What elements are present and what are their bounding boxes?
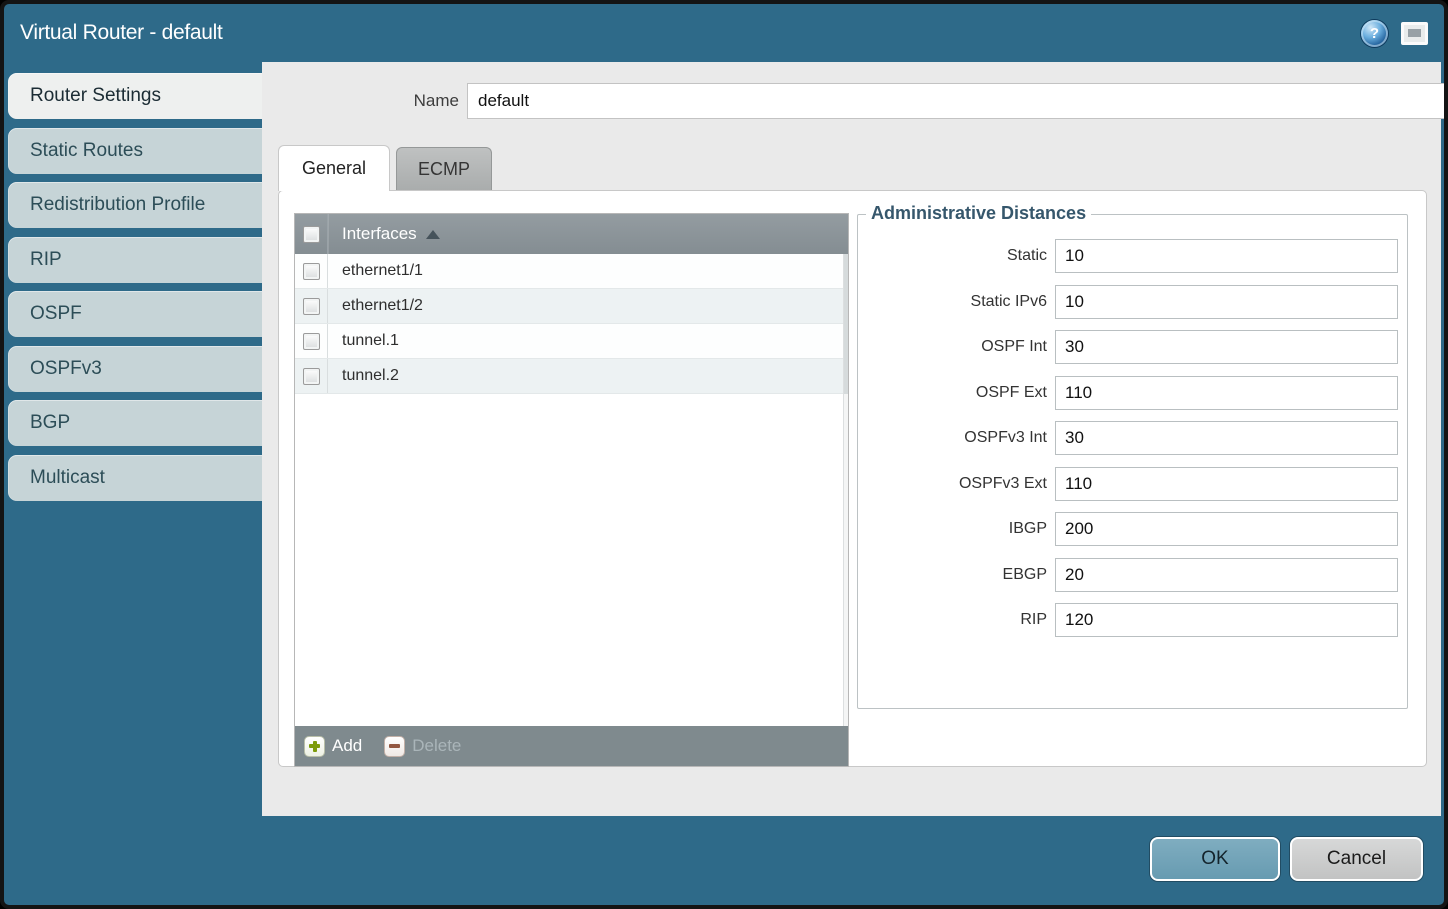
interfaces-table-body: ethernet1/1 ethernet1/2 tunnel.1 — [295, 254, 848, 726]
tab-label: General — [302, 158, 366, 179]
cancel-button-label: Cancel — [1327, 848, 1386, 870]
sidebar-item-label: OSPFv3 — [30, 358, 102, 380]
admin-input-ospf-ext[interactable] — [1055, 376, 1398, 410]
form-row: RIP — [858, 603, 1407, 637]
admin-distance-label: RIP — [858, 611, 1047, 629]
admin-input-ospf-int[interactable] — [1055, 330, 1398, 364]
sidebar: Router Settings Static Routes Redistribu… — [8, 73, 263, 509]
admin-input-ospfv3-int[interactable] — [1055, 421, 1398, 455]
sidebar-item-label: Redistribution Profile — [30, 194, 205, 216]
sidebar-item-static-routes[interactable]: Static Routes — [8, 128, 263, 174]
row-checkbox[interactable] — [303, 368, 320, 385]
tab-ecmp[interactable]: ECMP — [396, 147, 492, 191]
sidebar-item-label: OSPF — [30, 303, 82, 325]
interface-name: tunnel.2 — [342, 367, 399, 385]
sidebar-item-ospf[interactable]: OSPF — [8, 291, 263, 337]
row-checkbox-cell — [295, 254, 328, 288]
table-row[interactable]: ethernet1/1 — [295, 254, 848, 289]
tab-general[interactable]: General — [278, 145, 390, 191]
row-checkbox-cell — [295, 289, 328, 323]
form-row: IBGP — [858, 512, 1407, 546]
dialog-title: Virtual Router - default — [20, 21, 1361, 45]
admin-input-ebgp[interactable] — [1055, 558, 1398, 592]
row-checkbox-cell — [295, 359, 328, 393]
sidebar-item-redistribution-profile[interactable]: Redistribution Profile — [8, 182, 263, 228]
row-checkbox[interactable] — [303, 263, 320, 280]
interfaces-table-footer: Add Delete — [295, 726, 848, 766]
add-button[interactable]: Add — [304, 736, 362, 757]
interfaces-table: Interfaces ethernet1/1 ethernet — [294, 213, 849, 767]
table-row[interactable]: tunnel.2 — [295, 359, 848, 394]
table-row[interactable]: tunnel.1 — [295, 324, 848, 359]
interfaces-table-header: Interfaces — [295, 214, 848, 254]
admin-input-static-ipv6[interactable] — [1055, 285, 1398, 319]
minus-icon — [384, 736, 405, 757]
interface-name: ethernet1/1 — [342, 262, 423, 280]
sidebar-item-label: Multicast — [30, 467, 105, 489]
admin-distance-label: EBGP — [858, 566, 1047, 584]
virtual-router-dialog: Virtual Router - default ? Router Settin… — [0, 0, 1448, 909]
window-icon-glyph — [1408, 29, 1421, 37]
sidebar-item-label: Router Settings — [30, 85, 161, 107]
sidebar-item-bgp[interactable]: BGP — [8, 400, 263, 446]
sidebar-item-label: Static Routes — [30, 140, 143, 162]
admin-distance-label: Static — [858, 247, 1047, 265]
name-label: Name — [262, 91, 459, 111]
form-row: EBGP — [858, 558, 1407, 592]
row-checkbox-cell — [295, 324, 328, 358]
table-row[interactable]: ethernet1/2 — [295, 289, 848, 324]
name-input[interactable] — [467, 83, 1448, 119]
window-icon[interactable] — [1401, 22, 1428, 45]
form-row: Static — [858, 239, 1407, 273]
dialog-titlebar: Virtual Router - default ? — [4, 4, 1444, 62]
general-tab-content: Interfaces ethernet1/1 ethernet — [278, 190, 1427, 767]
admin-input-static[interactable] — [1055, 239, 1398, 273]
administrative-distances-form: Static Static IPv6 OSPF Int OSPF Ext — [858, 215, 1407, 637]
interfaces-column-header[interactable]: Interfaces — [342, 224, 417, 244]
sidebar-item-router-settings[interactable]: Router Settings — [8, 73, 263, 119]
tab-label: ECMP — [418, 159, 470, 180]
administrative-distances-fieldset: Administrative Distances Static Static I… — [857, 214, 1408, 709]
form-row: OSPF Ext — [858, 376, 1407, 410]
table-scrollbar-thumb[interactable] — [844, 254, 848, 394]
add-button-label: Add — [332, 736, 362, 756]
row-checkbox[interactable] — [303, 298, 320, 315]
sidebar-item-multicast[interactable]: Multicast — [8, 455, 263, 501]
table-scrollbar[interactable] — [843, 254, 848, 726]
interface-name: tunnel.1 — [342, 332, 399, 350]
router-settings-panel: Name ECMP General Interfaces — [262, 62, 1441, 816]
sidebar-item-label: BGP — [30, 412, 70, 434]
admin-input-ospfv3-ext[interactable] — [1055, 467, 1398, 501]
admin-distance-label: OSPF Ext — [858, 384, 1047, 402]
row-checkbox[interactable] — [303, 333, 320, 350]
form-row: Static IPv6 — [858, 285, 1407, 319]
admin-input-rip[interactable] — [1055, 603, 1398, 637]
administrative-distances-legend: Administrative Distances — [866, 203, 1091, 224]
admin-distance-label: IBGP — [858, 520, 1047, 538]
delete-button[interactable]: Delete — [384, 736, 461, 757]
sidebar-item-rip[interactable]: RIP — [8, 237, 263, 283]
header-checkbox-cell — [295, 214, 328, 254]
delete-button-label: Delete — [412, 736, 461, 756]
ok-button[interactable]: OK — [1150, 837, 1280, 881]
sidebar-item-label: RIP — [30, 249, 62, 271]
plus-icon — [304, 736, 325, 757]
admin-distance-label: OSPFv3 Ext — [858, 475, 1047, 493]
interface-name: ethernet1/2 — [342, 297, 423, 315]
form-row: OSPFv3 Ext — [858, 467, 1407, 501]
admin-distance-label: OSPF Int — [858, 338, 1047, 356]
admin-input-ibgp[interactable] — [1055, 512, 1398, 546]
cancel-button[interactable]: Cancel — [1290, 837, 1423, 881]
admin-distance-label: OSPFv3 Int — [858, 429, 1047, 447]
form-row: OSPFv3 Int — [858, 421, 1407, 455]
select-all-checkbox[interactable] — [303, 226, 320, 243]
help-icon[interactable]: ? — [1361, 20, 1388, 47]
sort-ascending-icon — [426, 230, 440, 239]
form-row: OSPF Int — [858, 330, 1407, 364]
sidebar-item-ospfv3[interactable]: OSPFv3 — [8, 346, 263, 392]
ok-button-label: OK — [1201, 848, 1228, 870]
admin-distance-label: Static IPv6 — [858, 293, 1047, 311]
